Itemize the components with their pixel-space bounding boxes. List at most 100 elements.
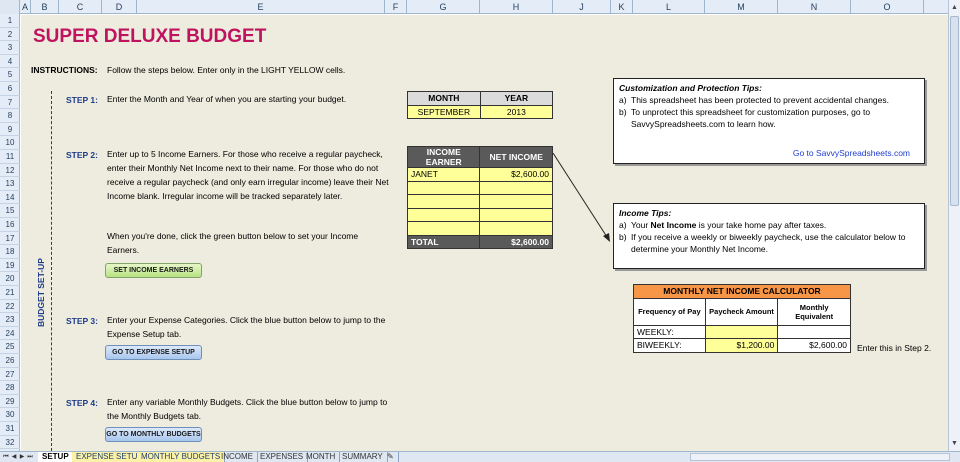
row-header[interactable]: 12: [0, 164, 20, 178]
income-cell[interactable]: [479, 180, 553, 195]
earner-cell[interactable]: [406, 207, 481, 222]
row-header[interactable]: 22: [0, 300, 20, 314]
column-header[interactable]: H: [480, 0, 553, 14]
row-header[interactable]: 18: [0, 245, 20, 259]
tab-summary[interactable]: SUMMARY: [338, 452, 388, 462]
biweekly-equivalent: $2,600.00: [777, 338, 851, 353]
income-tips-title: Income Tips:: [619, 208, 672, 218]
section-label: BUDGET SET-UP: [36, 258, 46, 327]
row-header[interactable]: 14: [0, 191, 20, 205]
set-income-earners-button[interactable]: SET INCOME EARNERS: [105, 263, 202, 278]
column-header[interactable]: O: [851, 0, 924, 14]
column-header[interactable]: J: [553, 0, 611, 14]
earner-cell[interactable]: [406, 194, 481, 209]
year-input[interactable]: 2013: [479, 104, 554, 119]
tab-month[interactable]: MONTH: [302, 452, 341, 462]
earner-cell[interactable]: [406, 221, 481, 236]
row-header[interactable]: 9: [0, 123, 20, 137]
vertical-scrollbar[interactable]: ▲ ▼: [948, 0, 960, 451]
step-3-label: STEP 3:: [66, 316, 98, 326]
row-header[interactable]: 17: [0, 232, 20, 246]
row-header[interactable]: 24: [0, 327, 20, 341]
row-header[interactable]: 20: [0, 272, 20, 286]
horizontal-scrollbar[interactable]: [690, 453, 950, 461]
row-header[interactable]: 28: [0, 381, 20, 395]
column-header[interactable]: L: [633, 0, 705, 14]
step-2-text: Enter up to 5 Income Earners. For those …: [107, 149, 389, 201]
column-header[interactable]: A: [20, 0, 31, 14]
step-2-text-2: When you're done, click the green button…: [107, 231, 359, 255]
new-sheet-icon[interactable]: ✎: [383, 452, 399, 462]
calculator-title: MONTHLY NET INCOME CALCULATOR: [633, 284, 851, 299]
next-sheet-icon[interactable]: ▶: [18, 452, 26, 462]
row-header[interactable]: 25: [0, 340, 20, 354]
income-cell[interactable]: $2,600.00: [479, 167, 553, 182]
instructions-text: Follow the steps below. Enter only in th…: [107, 65, 346, 75]
column-header[interactable]: E: [137, 0, 385, 14]
weekly-equivalent: [777, 324, 851, 339]
column-header[interactable]: K: [611, 0, 633, 14]
earner-cell[interactable]: JANET: [406, 167, 481, 182]
row-header[interactable]: 19: [0, 259, 20, 273]
row-header-bar: 1 2 3 4 5 6 7 8 9 10 11 12 13 14 15 16 17 18 19 20 21 22 23 24 2…: [0, 14, 20, 451]
step-2-label: STEP 2:: [66, 150, 98, 160]
year-header: YEAR: [479, 91, 554, 106]
savvy-spreadsheets-link[interactable]: Go to SavvySpreadsheets.com: [793, 147, 910, 159]
income-cell[interactable]: [479, 207, 553, 222]
row-header[interactable]: 21: [0, 286, 20, 300]
income-cell[interactable]: [479, 221, 553, 236]
column-header[interactable]: M: [705, 0, 778, 14]
row-header[interactable]: 23: [0, 313, 20, 327]
tab-setup[interactable]: SETUP: [38, 452, 74, 462]
prev-sheet-icon[interactable]: ◀: [10, 452, 18, 462]
row-header[interactable]: 15: [0, 204, 20, 218]
row-header[interactable]: 16: [0, 218, 20, 232]
row-header[interactable]: 32: [0, 436, 20, 450]
column-header[interactable]: F: [385, 0, 407, 14]
row-header[interactable]: 13: [0, 177, 20, 191]
row-header[interactable]: 4: [0, 55, 20, 69]
row-header[interactable]: 6: [0, 82, 20, 96]
step-1-text: Enter the Month and Year of when you are…: [107, 94, 347, 104]
scroll-down-icon[interactable]: ▼: [949, 438, 960, 449]
row-header[interactable]: 26: [0, 354, 20, 368]
row-header[interactable]: 2: [0, 28, 20, 42]
customization-tip-b: To unprotect this spreadsheet for custom…: [631, 107, 871, 129]
row-header[interactable]: 29: [0, 395, 20, 409]
biweekly-amount-input[interactable]: $1,200.00: [704, 338, 779, 353]
row-header[interactable]: 31: [0, 422, 20, 436]
column-header[interactable]: B: [31, 0, 59, 14]
go-to-expense-setup-button[interactable]: GO TO EXPENSE SETUP: [105, 345, 202, 360]
scroll-up-icon[interactable]: ▲: [949, 2, 960, 13]
earner-cell[interactable]: [406, 180, 481, 195]
row-header[interactable]: 3: [0, 41, 20, 55]
weekly-label: WEEKLY:: [633, 324, 706, 339]
select-all-corner[interactable]: [0, 0, 20, 14]
row-header[interactable]: 27: [0, 368, 20, 382]
row-header[interactable]: 10: [0, 136, 20, 150]
scrollbar-thumb[interactable]: [950, 16, 959, 206]
row-header[interactable]: 5: [0, 68, 20, 82]
income-cell[interactable]: [479, 194, 553, 209]
last-sheet-icon[interactable]: ⏭: [26, 452, 34, 462]
total-value: $2,600.00: [479, 234, 553, 249]
weekly-amount-input[interactable]: [704, 324, 779, 339]
column-header[interactable]: G: [407, 0, 480, 14]
column-header[interactable]: N: [778, 0, 851, 14]
column-header[interactable]: C: [59, 0, 102, 14]
row-header[interactable]: 30: [0, 408, 20, 422]
row-header[interactable]: 11: [0, 150, 20, 164]
tab-expenses[interactable]: EXPENSES: [256, 452, 309, 462]
row-header[interactable]: 1: [0, 14, 20, 28]
month-input[interactable]: SEPTEMBER: [407, 104, 481, 119]
row-header[interactable]: 7: [0, 96, 20, 110]
tab-income[interactable]: INCOME: [217, 452, 258, 462]
column-header[interactable]: D: [102, 0, 137, 14]
tab-monthly-budgets[interactable]: MONTHLY BUDGETS: [137, 452, 226, 462]
first-sheet-icon[interactable]: ⏮: [2, 452, 10, 462]
connector-arrow: [553, 153, 610, 242]
row-header[interactable]: 8: [0, 109, 20, 123]
go-to-monthly-budgets-button[interactable]: GO TO MONTHLY BUDGETS: [105, 427, 202, 442]
calculator-note: Enter this in Step 2.: [857, 343, 932, 353]
step-3-text: Enter your Expense Categories. Click the…: [107, 315, 386, 339]
